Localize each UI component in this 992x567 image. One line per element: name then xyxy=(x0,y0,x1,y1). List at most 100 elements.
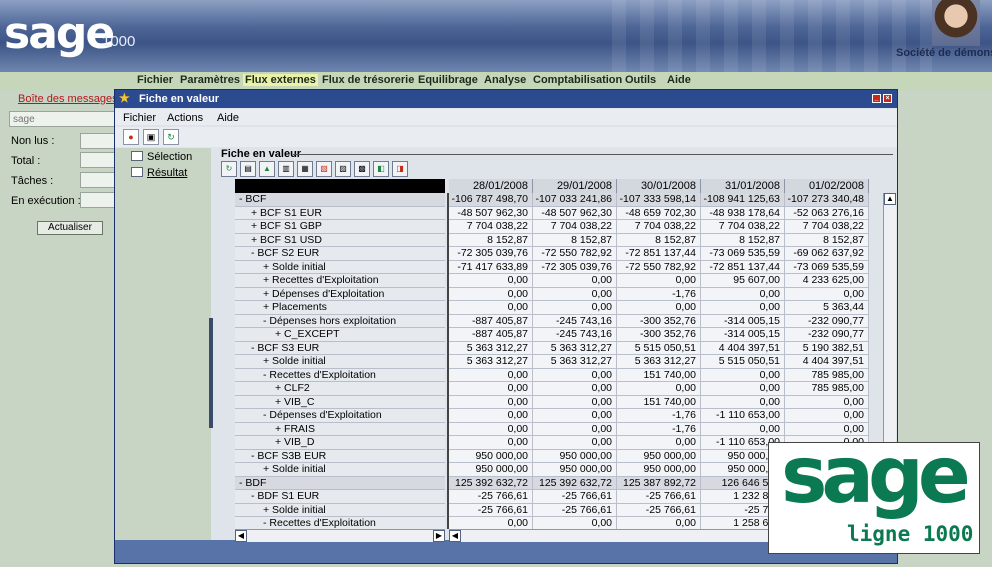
values-hscrollbar[interactable]: ◀ xyxy=(449,529,769,542)
table-cell[interactable]: 0,00 xyxy=(701,382,785,396)
table-cell[interactable]: 785 985,00 xyxy=(785,382,869,396)
table-cell[interactable]: -245 743,16 xyxy=(533,314,617,328)
table-cell[interactable]: -25 766,61 xyxy=(533,503,617,517)
table-cell[interactable]: -1 110 653,00 xyxy=(701,409,785,423)
row-label[interactable]: + BCF S1 GBP xyxy=(235,220,445,234)
table-cell[interactable]: -73 069 535,59 xyxy=(701,247,785,261)
table-cell[interactable]: 0,00 xyxy=(701,368,785,382)
table-row[interactable]: + Dépenses d'Exploitation 0,00 0,00 -1,76 0,… xyxy=(235,287,883,301)
table-row[interactable]: + VIB_C 0,00 0,00 151 740,00 0,00 0,00 xyxy=(235,395,883,409)
table-cell[interactable]: 4 404 397,51 xyxy=(701,341,785,355)
table-cell[interactable]: -72 305 039,76 xyxy=(533,260,617,274)
table-cell[interactable]: -25 766,61 xyxy=(449,490,533,504)
table-cell[interactable]: 0,00 xyxy=(449,436,533,450)
table-cell[interactable]: -232 090,77 xyxy=(785,314,869,328)
table-cell[interactable]: 8 152,87 xyxy=(701,233,785,247)
table-cell[interactable]: 0,00 xyxy=(449,368,533,382)
menu-equilibrage[interactable]: Equilibrage xyxy=(418,74,478,86)
col-date[interactable]: 01/02/2008 xyxy=(785,179,869,193)
scroll-up-icon[interactable]: ▲ xyxy=(884,193,896,205)
new-document-icon[interactable]: ● xyxy=(123,129,139,145)
messages-link[interactable]: Boîte des messages xyxy=(18,93,118,105)
table-cell[interactable]: 0,00 xyxy=(449,301,533,315)
table-row[interactable]: + Placements 0,00 0,00 0,00 0,00 5 363,44 xyxy=(235,301,883,315)
label-hscrollbar[interactable]: ◀ ▶ xyxy=(235,529,445,542)
row-label[interactable]: - Recettes d'Exploitation xyxy=(235,517,445,529)
columns-icon[interactable]: ▨ xyxy=(335,161,351,177)
table-cell[interactable]: 0,00 xyxy=(701,301,785,315)
table-cell[interactable]: -72 851 137,44 xyxy=(701,260,785,274)
table-cell[interactable]: -108 941 125,63 xyxy=(701,193,785,207)
table-cell[interactable]: 0,00 xyxy=(533,395,617,409)
table-row[interactable]: + Solde initial -71 417 633,89 -72 305 039… xyxy=(235,260,883,274)
row-label[interactable]: + BCF S1 USD xyxy=(235,233,445,247)
table-cell[interactable]: 0,00 xyxy=(533,274,617,288)
minimize-icon[interactable]: _ xyxy=(872,94,881,103)
table-cell[interactable]: 8 152,87 xyxy=(617,233,701,247)
table-cell[interactable]: 4 404 397,51 xyxy=(785,355,869,369)
table-row[interactable]: - BCF S2 EUR -72 305 039,76 -72 550 782,92… xyxy=(235,247,883,261)
table-cell[interactable]: -1,76 xyxy=(617,287,701,301)
table-cell[interactable]: 0,00 xyxy=(785,409,869,423)
table-cell[interactable]: -71 417 633,89 xyxy=(449,260,533,274)
layout-icon[interactable]: ◨ xyxy=(392,161,408,177)
table-cell[interactable]: 151 740,00 xyxy=(617,368,701,382)
table-row[interactable]: + BCF S1 USD 8 152,87 8 152,87 8 152,87 8 15… xyxy=(235,233,883,247)
table-cell[interactable]: 125 392 632,72 xyxy=(449,476,533,490)
table-cell[interactable]: 5 363,44 xyxy=(785,301,869,315)
table-cell[interactable]: 0,00 xyxy=(617,517,701,529)
table-cell[interactable]: 125 387 892,72 xyxy=(617,476,701,490)
table-cell[interactable]: 5 363 312,27 xyxy=(617,355,701,369)
table-cell[interactable]: 950 000,00 xyxy=(533,449,617,463)
row-label[interactable]: + BCF S1 EUR xyxy=(235,206,445,220)
grid-refresh-icon[interactable]: ↻ xyxy=(221,161,237,177)
rows-icon[interactable]: ▩ xyxy=(354,161,370,177)
menu-fichier[interactable]: Fichier xyxy=(137,74,173,86)
table-cell[interactable]: 125 392 632,72 xyxy=(533,476,617,490)
row-label[interactable]: + C_EXCEPT xyxy=(235,328,445,342)
col-date[interactable]: 30/01/2008 xyxy=(617,179,701,193)
table-cell[interactable]: -300 352,76 xyxy=(617,314,701,328)
row-label[interactable]: - BCF S3 EUR xyxy=(235,341,445,355)
table-cell[interactable]: -1,76 xyxy=(617,409,701,423)
table-cell[interactable]: 0,00 xyxy=(701,287,785,301)
row-label[interactable]: + FRAIS xyxy=(235,422,445,436)
row-label[interactable]: + CLF2 xyxy=(235,382,445,396)
scroll-left-icon[interactable]: ◀ xyxy=(235,530,247,542)
row-label[interactable]: - Recettes d'Exploitation xyxy=(235,368,445,382)
table-cell[interactable]: -48 938 178,64 xyxy=(701,206,785,220)
table-cell[interactable]: -25 766,61 xyxy=(449,503,533,517)
row-label[interactable]: - BCF S2 EUR xyxy=(235,247,445,261)
table-cell[interactable]: 950 000,00 xyxy=(617,449,701,463)
table-cell[interactable]: 8 152,87 xyxy=(533,233,617,247)
row-label[interactable]: + Placements xyxy=(235,301,445,315)
table-cell[interactable]: 5 363 312,27 xyxy=(533,341,617,355)
table-cell[interactable]: 0,00 xyxy=(449,274,533,288)
row-label[interactable]: - BCF xyxy=(235,193,445,207)
table-cell[interactable]: -25 766,61 xyxy=(533,490,617,504)
table-cell[interactable]: 0,00 xyxy=(785,287,869,301)
window-menu-actions[interactable]: Actions xyxy=(167,112,203,124)
table-cell[interactable]: 7 704 038,22 xyxy=(617,220,701,234)
row-label[interactable]: + Solde initial xyxy=(235,463,445,477)
table-cell[interactable]: 0,00 xyxy=(617,301,701,315)
nav-selection[interactable]: Sélection xyxy=(131,151,192,163)
table-cell[interactable]: -72 305 039,76 xyxy=(449,247,533,261)
table-cell[interactable]: -107 333 598,14 xyxy=(617,193,701,207)
table-row[interactable]: - BCF -106 787 498,70 -107 033 241,86 -107 … xyxy=(235,193,883,207)
row-label[interactable]: - BCF S3B EUR xyxy=(235,449,445,463)
row-label[interactable]: + Dépenses d'Exploitation xyxy=(235,287,445,301)
table-cell[interactable]: -300 352,76 xyxy=(617,328,701,342)
chart-icon[interactable]: ▥ xyxy=(278,161,294,177)
table-cell[interactable]: 0,00 xyxy=(617,436,701,450)
scroll-right-icon[interactable]: ▶ xyxy=(433,530,445,542)
table-cell[interactable]: -48 507 962,30 xyxy=(449,206,533,220)
table-cell[interactable]: -1,76 xyxy=(617,422,701,436)
table-row[interactable]: + BCF S1 EUR -48 507 962,30 -48 507 962,30… xyxy=(235,206,883,220)
table-cell[interactable]: 0,00 xyxy=(533,422,617,436)
table-cell[interactable]: 785 985,00 xyxy=(785,368,869,382)
menu-flux-externes[interactable]: Flux externes xyxy=(243,74,318,86)
table-cell[interactable]: -72 851 137,44 xyxy=(617,247,701,261)
table-row[interactable]: + Recettes d'Exploitation 0,00 0,00 0,00 95 … xyxy=(235,274,883,288)
table-row[interactable]: - Dépenses d'Exploitation 0,00 0,00 -1,76 -1… xyxy=(235,409,883,423)
